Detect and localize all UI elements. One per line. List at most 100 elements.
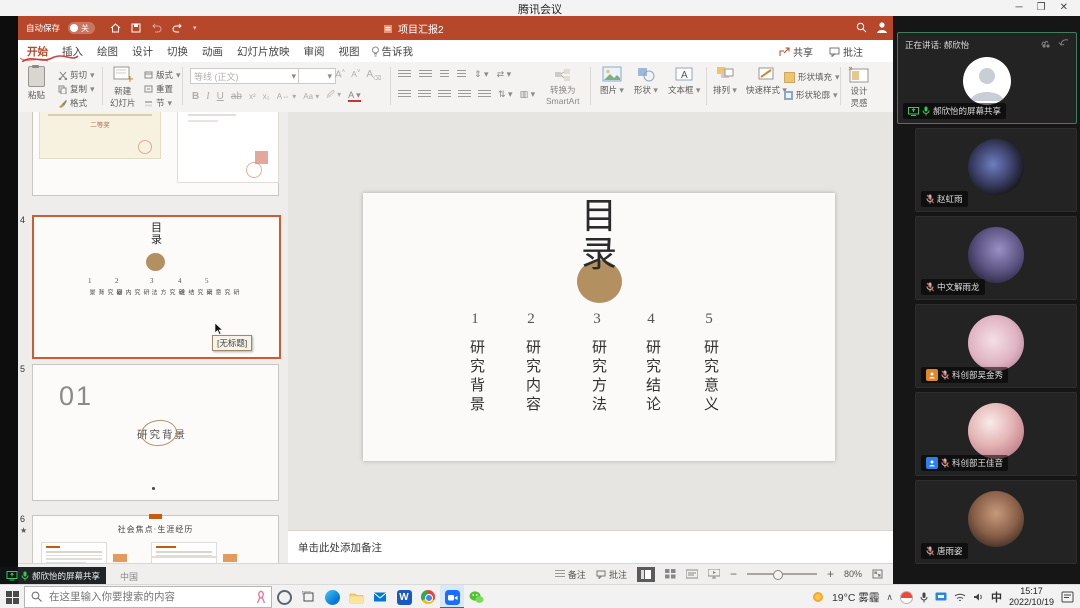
justify-button[interactable] (458, 90, 471, 99)
paste-button[interactable]: 粘贴 (28, 66, 45, 101)
distribute-button[interactable] (478, 90, 491, 99)
numbering-button[interactable] (419, 70, 432, 79)
tray-network-icon[interactable] (954, 592, 966, 602)
taskbar-file-explorer[interactable] (344, 585, 368, 608)
undo-icon[interactable] (151, 23, 162, 33)
cortana-button[interactable] (272, 585, 296, 608)
bullets-button[interactable] (398, 70, 411, 79)
taskbar-mail[interactable] (368, 585, 392, 608)
font-name-select[interactable]: 等线 (正文)▾ (190, 68, 300, 84)
unpin-arrow-icon[interactable] (1058, 37, 1070, 48)
arrange-button[interactable]: 排列 ▾ (713, 66, 737, 96)
share-button[interactable]: 共享 (779, 44, 813, 59)
convert-smartart-button[interactable]: 转换为 SmartArt (546, 68, 580, 106)
participant-tile[interactable]: 中文解雨龙 (915, 216, 1077, 300)
shape-fill-button[interactable]: 形状填充▾ (784, 71, 840, 83)
participant-tile[interactable]: 科创部吴金秀 (915, 304, 1077, 388)
shapes-button[interactable]: 形状 ▾ (634, 66, 658, 96)
clock[interactable]: 15:17 2022/10/19 (1009, 586, 1054, 608)
tab-design[interactable]: 设计 (125, 44, 160, 59)
italic-button[interactable]: I (206, 91, 209, 102)
layout-button[interactable]: 版式▾ (144, 69, 181, 81)
maximize-button[interactable]: ❐ (1037, 2, 1046, 13)
reset-button[interactable]: 重置 (144, 83, 181, 95)
taskbar-tencent-meeting-active[interactable] (440, 585, 464, 608)
slide-canvas[interactable]: 目 录 1 2 3 4 5 研究背景 研究内容 研究方法 研究结论 研究意义 (363, 193, 835, 461)
textbox-button[interactable]: A 文本框 ▾ (668, 66, 700, 96)
screen-share-indicator[interactable]: 郝欣怡的屏幕共享 (0, 567, 106, 584)
tray-display-icon[interactable] (935, 592, 947, 603)
bold-button[interactable]: B (192, 91, 199, 102)
zoom-slider-thumb[interactable] (773, 570, 783, 580)
tab-transitions[interactable]: 切换 (160, 44, 195, 59)
slide-sorter-view-button[interactable] (665, 569, 676, 579)
tab-draw[interactable]: 绘图 (90, 44, 125, 59)
participant-tile[interactable]: 赵虹雨 (915, 128, 1077, 212)
participant-tile[interactable]: 科创部王佳音 (915, 392, 1077, 476)
search-icon[interactable] (856, 22, 867, 33)
new-slide-button[interactable]: 新建 幻灯片 (110, 66, 136, 109)
comments-button[interactable]: 批注 (829, 44, 863, 59)
shrink-font-button[interactable]: A˅ (351, 69, 360, 82)
tab-review[interactable]: 审阅 (297, 44, 332, 59)
home-icon[interactable] (110, 23, 121, 33)
quick-styles-button[interactable]: 快速样式 ▾ (746, 66, 787, 96)
tray-expand-icon[interactable]: ∧ (886, 592, 893, 603)
qat-dropdown-icon[interactable]: ▾ (193, 24, 197, 32)
notes-pane[interactable]: 单击此处添加备注 (288, 530, 893, 564)
tab-tell-me[interactable]: 告诉我 (380, 44, 421, 59)
weather-text[interactable]: 19°C 雾霾 (832, 590, 879, 605)
normal-view-button[interactable] (637, 567, 655, 582)
line-spacing-button[interactable]: ⇕ ▾ (474, 69, 489, 80)
search-input[interactable] (24, 586, 272, 608)
superscript-button[interactable]: x² (249, 92, 256, 101)
taskbar-edge[interactable] (320, 585, 344, 608)
taskbar-chrome[interactable] (416, 585, 440, 608)
shape-outline-button[interactable]: 形状轮廓▾ (784, 89, 840, 101)
ime-indicator[interactable]: 中 (991, 589, 1002, 605)
zoom-out-button[interactable]: − (730, 567, 737, 581)
comments-toggle[interactable]: 批注 (596, 568, 627, 581)
tray-mic-icon[interactable] (920, 592, 928, 603)
participant-tile-sharer[interactable]: 正在讲话: 郝欣怡 郝欣怡的屏幕共享 (897, 32, 1077, 124)
tab-slideshow[interactable]: 幻灯片放映 (230, 44, 297, 59)
grow-font-button[interactable]: A˄ (335, 69, 345, 82)
start-button[interactable] (0, 585, 24, 608)
participant-tile[interactable]: 唐雨姿 (915, 480, 1077, 564)
font-size-select[interactable]: ▾ (298, 68, 336, 84)
notification-center-icon[interactable] (1061, 591, 1074, 603)
reading-view-button[interactable] (686, 569, 698, 579)
autosave-toggle[interactable]: 关 (68, 22, 95, 34)
copy-button[interactable]: 复制▾ (58, 83, 95, 95)
subscript-button[interactable]: x₂ (263, 92, 270, 101)
zoom-slider[interactable] (747, 573, 817, 575)
tab-view[interactable]: 视图 (332, 44, 367, 59)
close-button[interactable]: ✕ (1060, 2, 1068, 13)
align-right-button[interactable] (438, 90, 451, 99)
columns-button[interactable]: ▥ ▾ (520, 89, 536, 100)
tab-animations[interactable]: 动画 (195, 44, 230, 59)
highlight-button[interactable]: 🖉 ▾ (326, 89, 341, 103)
change-case-button[interactable]: Aa ▾ (303, 92, 319, 101)
notes-toggle[interactable]: 备注 (555, 568, 586, 581)
taskbar-word[interactable]: W (392, 585, 416, 608)
align-center-button[interactable] (418, 90, 431, 99)
increase-indent-button[interactable] (457, 70, 466, 79)
thumbnail-slide-3[interactable]: 二等奖 (32, 112, 279, 196)
tray-app-icon[interactable] (900, 591, 913, 604)
taskbar-search[interactable] (24, 586, 272, 608)
redo-icon[interactable] (172, 23, 183, 33)
zoom-level[interactable]: 80% (844, 569, 862, 579)
user-account-icon[interactable] (876, 21, 888, 34)
design-ideas-button[interactable]: 设计 灵感 (848, 66, 870, 109)
underline-button[interactable]: U (217, 91, 224, 102)
strikethrough-button[interactable]: ab (231, 91, 242, 102)
zoom-in-button[interactable]: + (827, 567, 834, 581)
fit-to-window-button[interactable] (872, 569, 883, 579)
picture-button[interactable]: 图片 ▾ (600, 66, 624, 96)
format-painter-button[interactable]: 格式 (58, 97, 95, 109)
taskbar-wechat[interactable] (464, 585, 488, 608)
character-spacing-button[interactable]: A⇔ ▾ (277, 92, 297, 101)
thumbnail-slide-6[interactable]: 社会焦点·生涯经历 (32, 515, 279, 563)
task-view-button[interactable] (296, 585, 320, 608)
